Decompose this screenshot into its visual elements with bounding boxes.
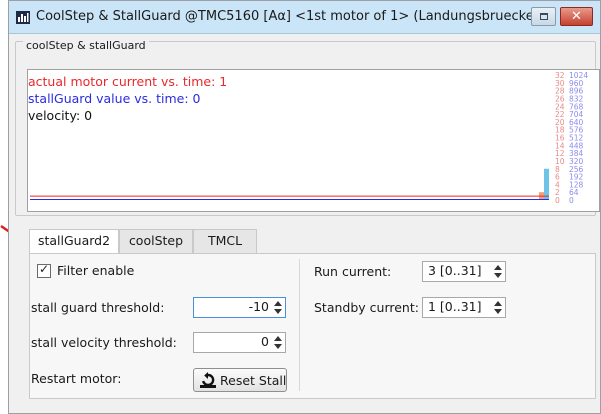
- reset-stall-label: Reset Stall: [220, 373, 287, 388]
- group-title: coolStep & stallGuard: [23, 39, 149, 52]
- tab-stallguard2[interactable]: stallGuard2: [29, 229, 119, 254]
- run-current-value: 3 [0..31]: [428, 263, 482, 278]
- spin-arrows-icon[interactable]: [492, 299, 504, 316]
- title-bar[interactable]: CoolStep & StallGuard @TMC5160 [Aα] <1st…: [9, 1, 600, 34]
- run-current-label: Run current:: [314, 264, 392, 279]
- filter-enable-checkbox[interactable]: ✓: [37, 262, 51, 278]
- coolstep-stallguard-window: CoolStep & StallGuard @TMC5160 [Aα] <1st…: [8, 0, 601, 414]
- window-title: CoolStep & StallGuard @TMC5160 [Aα] <1st…: [36, 9, 536, 24]
- reset-stall-button[interactable]: Reset Stall: [193, 368, 287, 392]
- checkmark-icon: ✓: [39, 262, 50, 276]
- standby-current-label: Standby current:: [314, 300, 419, 315]
- run-current-spinbox[interactable]: 3 [0..31]: [422, 261, 506, 282]
- close-icon: ✕: [571, 9, 582, 24]
- restore-button[interactable]: [531, 7, 556, 26]
- current-axis-tick: 0: [555, 196, 560, 205]
- chart-app-icon: [16, 11, 30, 24]
- reset-icon: [200, 372, 216, 388]
- column-divider: [299, 259, 300, 391]
- restart-motor-label: Restart motor:: [31, 371, 122, 386]
- chart-area: actual motor current vs. time: 1 stallGu…: [27, 69, 600, 212]
- standby-current-value: 1 [0..31]: [428, 299, 482, 314]
- stall-velocity-threshold-spinbox[interactable]: 0: [193, 332, 286, 353]
- spin-arrows-icon[interactable]: [272, 299, 284, 316]
- close-button[interactable]: ✕: [560, 7, 593, 26]
- spin-arrows-icon[interactable]: [272, 334, 284, 351]
- filter-enable-label: Filter enable: [57, 263, 135, 278]
- stall-guard-threshold-spinbox[interactable]: -10: [193, 297, 286, 318]
- restore-icon: [540, 13, 548, 20]
- stall-velocity-threshold-label: stall velocity threshold:: [31, 335, 177, 350]
- tab-coolstep[interactable]: coolStep: [119, 229, 193, 253]
- stall-guard-threshold-value: -10: [248, 299, 269, 314]
- standby-current-spinbox[interactable]: 1 [0..31]: [422, 297, 506, 318]
- stallguard-axis-tick: 0: [569, 196, 574, 205]
- stall-velocity-threshold-value: 0: [261, 334, 269, 349]
- chart-plot: 3230282624222018161412108642010249608968…: [30, 71, 588, 205]
- tab-tmcl[interactable]: TMCL: [193, 229, 257, 253]
- stall-guard-threshold-label: stall guard threshold:: [31, 300, 165, 315]
- spin-arrows-icon[interactable]: [492, 263, 504, 280]
- stallguard-level-bar: [544, 168, 549, 200]
